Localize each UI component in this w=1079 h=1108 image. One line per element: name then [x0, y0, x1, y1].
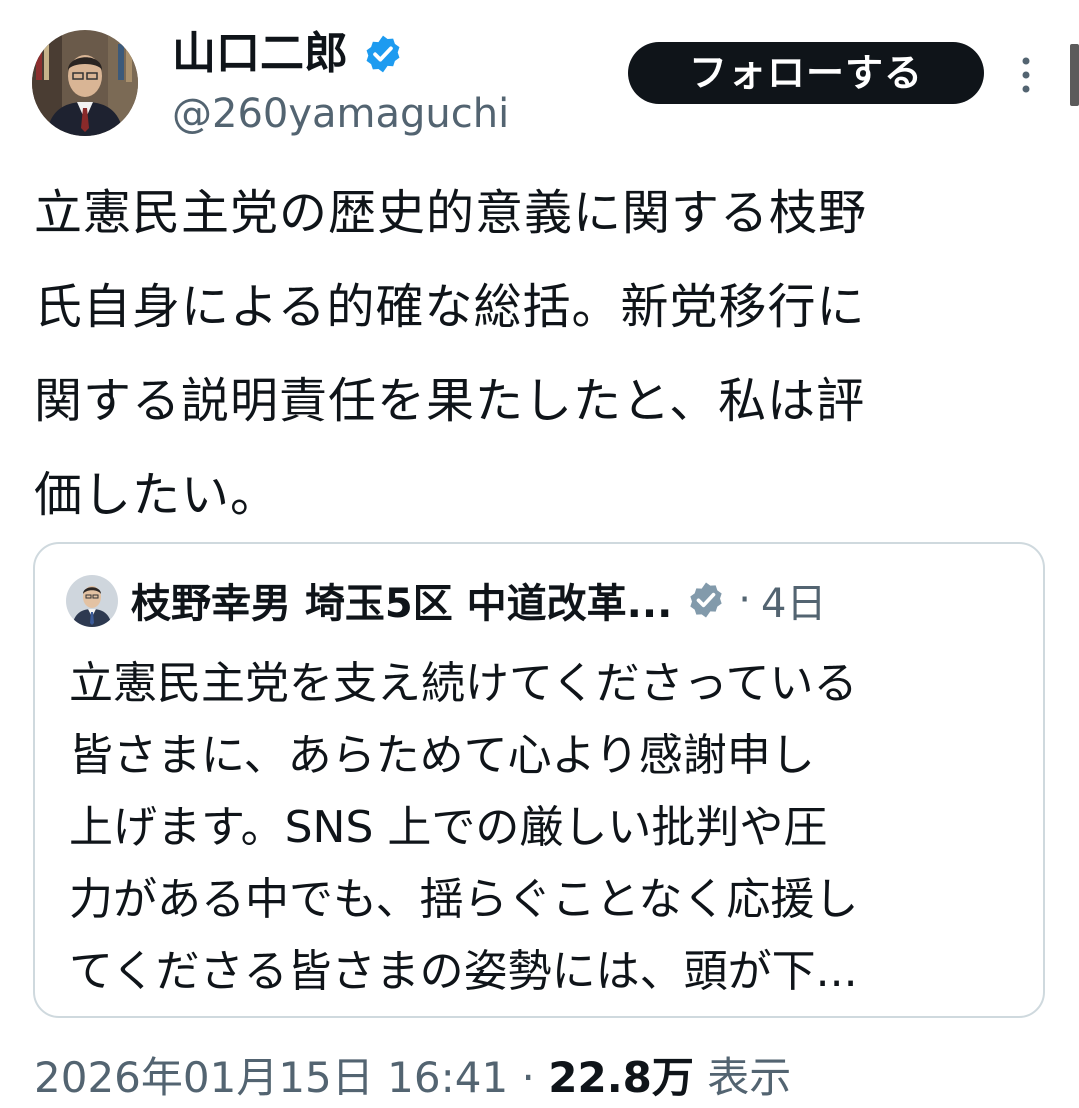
more-vertical-icon[interactable]	[1014, 55, 1038, 95]
meta-separator: ·	[521, 1053, 535, 1102]
tweet-meta: 2026年01月15日 16:41 · 22.8万 表示	[34, 1048, 791, 1108]
scrollbar[interactable]	[1070, 44, 1079, 106]
follow-button[interactable]: フォローする	[628, 42, 984, 104]
author-avatar[interactable]	[32, 30, 138, 136]
tweet-text: 立憲民主党の歴史的意義に関する枝野 氏自身による的確な総括。新党移行に 関する説…	[34, 185, 868, 523]
verified-badge-icon	[362, 33, 404, 75]
quote-verified-badge-icon	[686, 580, 726, 620]
views-count: 22.8万	[548, 1053, 694, 1102]
author-name[interactable]: 山口二郎	[172, 26, 348, 82]
quote-author-name[interactable]: 枝野幸男 埼玉5区 中道改革...	[131, 571, 672, 629]
quote-header: 枝野幸男 埼玉5区 中道改革... · 4日	[131, 570, 826, 630]
tweet-timestamp[interactable]: 2026年01月15日 16:41	[34, 1053, 508, 1102]
views-label: 表示	[707, 1053, 792, 1102]
author-handle[interactable]: @260yamaguchi	[172, 88, 509, 140]
quote-text: 立憲民主党を支え続けてくださっている 皆さまに、あらためて心より感謝申し 上げま…	[69, 658, 859, 997]
quote-separator: ·	[738, 577, 751, 623]
quoted-tweet-card[interactable]: 枝野幸男 埼玉5区 中道改革... · 4日 立憲民主党を支え続けてくださってい…	[33, 542, 1045, 1018]
quote-author-avatar[interactable]	[66, 575, 118, 627]
quote-timestamp[interactable]: 4日	[761, 571, 826, 629]
author-name-row[interactable]: 山口二郎	[172, 26, 404, 82]
